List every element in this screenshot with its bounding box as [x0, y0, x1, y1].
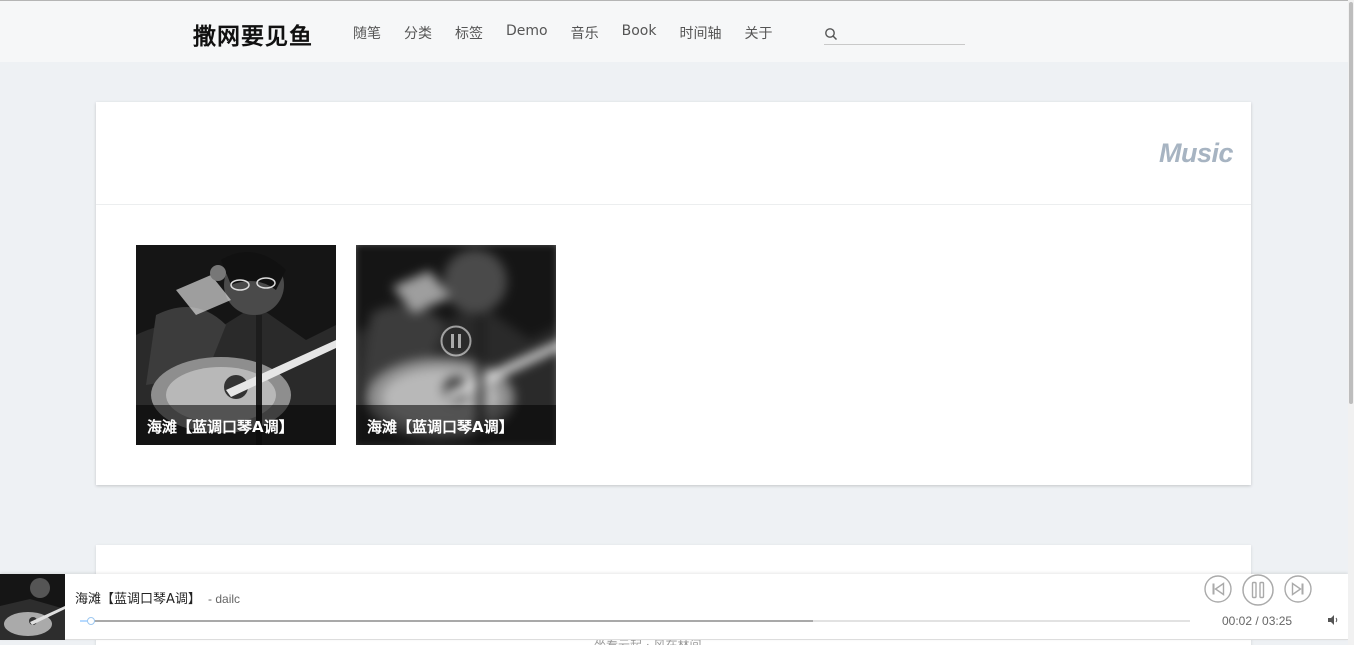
- pause-icon[interactable]: [1242, 574, 1274, 606]
- nav-item-tags[interactable]: 标签: [455, 23, 483, 43]
- nav-item-music[interactable]: 音乐: [571, 23, 599, 43]
- tile-caption: 海滩【蓝调口琴A调】: [356, 405, 556, 445]
- progress-thumb[interactable]: [87, 617, 96, 625]
- nav-item-book[interactable]: Book: [622, 23, 657, 43]
- music-tile[interactable]: 海滩【蓝调口琴A调】: [136, 245, 336, 445]
- search-icon[interactable]: [824, 27, 838, 41]
- nav-item-about[interactable]: 关于: [744, 23, 772, 43]
- skip-forward-icon[interactable]: [1284, 575, 1312, 603]
- music-tile[interactable]: 海滩【蓝调口琴A调】: [356, 245, 556, 445]
- music-grid: 海滩【蓝调口琴A调】 海滩【蓝调口琴A调】: [136, 245, 576, 445]
- player-track-title: 海滩【蓝调口琴A调】: [75, 592, 201, 607]
- scrollbar[interactable]: [1348, 0, 1354, 645]
- nav-item-timeline[interactable]: 时间轴: [679, 23, 721, 43]
- time-display: 00:02 / 03:25: [1222, 614, 1293, 628]
- progress-bar[interactable]: [80, 617, 1190, 625]
- progress-loaded: [80, 620, 813, 622]
- scrollbar-thumb[interactable]: [1349, 2, 1353, 404]
- music-card: Music 海滩【蓝调口琴A调】 海滩【蓝调口琴A调】: [96, 102, 1251, 485]
- player-cover-image: [0, 574, 65, 640]
- volume-icon[interactable]: [1327, 614, 1339, 626]
- card-header: Music: [96, 102, 1251, 205]
- player-track-author: - dailc: [208, 592, 241, 606]
- search-input[interactable]: [842, 26, 960, 41]
- main-nav: 随笔 分类 标签 Demo 音乐 Book 时间轴 关于: [353, 23, 795, 43]
- site-header: 撒网要见鱼 随笔 分类 标签 Demo 音乐 Book 时间轴 关于: [0, 0, 1348, 62]
- player-track-info: 海滩【蓝调口琴A调】 - dailc: [75, 588, 240, 607]
- tile-caption: 海滩【蓝调口琴A调】: [136, 405, 336, 445]
- nav-item-essays[interactable]: 随笔: [353, 23, 381, 43]
- music-player: 海滩【蓝调口琴A调】 - dailc 00:02 / 03:25: [0, 574, 1348, 640]
- pause-icon[interactable]: [440, 325, 472, 357]
- site-title[interactable]: 撒网要见鱼: [193, 17, 313, 51]
- page-title: Music: [1158, 138, 1234, 168]
- search-box: [824, 23, 965, 45]
- nav-item-categories[interactable]: 分类: [404, 23, 432, 43]
- skip-back-icon[interactable]: [1204, 575, 1232, 603]
- nav-item-demo[interactable]: Demo: [506, 23, 548, 43]
